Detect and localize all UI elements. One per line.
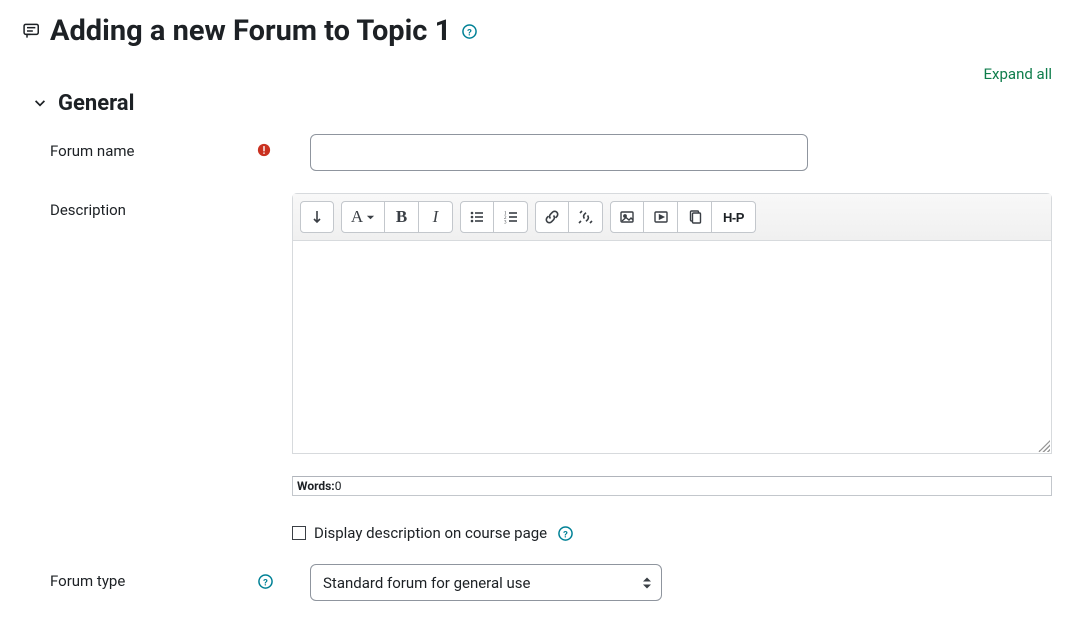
description-label: Description — [50, 193, 234, 219]
numbered-list-button[interactable]: 123 — [494, 201, 528, 233]
resize-handle[interactable] — [1038, 440, 1050, 452]
h5p-button[interactable]: H-P — [712, 201, 756, 233]
word-count-bar: Words:0 — [292, 476, 1052, 496]
forum-name-label: Forum name — [50, 134, 250, 160]
link-button[interactable] — [535, 201, 569, 233]
paragraph-style-button[interactable]: A — [341, 201, 385, 233]
forum-type-select[interactable]: Standard forum for general use — [310, 564, 662, 601]
editor-toolbar: A B I 123 — [293, 194, 1051, 241]
toolbar-expand-button[interactable] — [300, 201, 334, 233]
page-title-text: Adding a new Forum to Topic 1 — [50, 14, 451, 48]
svg-text:?: ? — [467, 27, 472, 38]
display-description-checkbox[interactable] — [292, 526, 306, 540]
section-title-general: General — [58, 91, 134, 116]
forum-name-input[interactable] — [310, 134, 808, 171]
forum-type-value: Standard forum for general use — [323, 574, 530, 592]
svg-text:?: ? — [563, 529, 568, 540]
help-icon[interactable]: ? — [461, 23, 477, 39]
forum-type-label: Forum type — [50, 564, 250, 590]
svg-text:3: 3 — [504, 221, 507, 226]
bold-button[interactable]: B — [385, 201, 419, 233]
section-toggle-general[interactable]: General — [32, 91, 1052, 116]
required-icon — [257, 143, 271, 157]
expand-all-link[interactable]: Expand all — [984, 65, 1052, 83]
media-button[interactable] — [644, 201, 678, 233]
manage-files-button[interactable] — [678, 201, 712, 233]
bullet-list-button[interactable] — [460, 201, 494, 233]
page-title: Adding a new Forum to Topic 1 ? — [22, 14, 477, 48]
forum-icon — [22, 21, 42, 41]
image-button[interactable] — [610, 201, 644, 233]
display-description-label: Display description on course page — [314, 524, 547, 542]
chevron-down-icon — [32, 96, 48, 112]
svg-text:?: ? — [263, 577, 268, 588]
unlink-button[interactable] — [569, 201, 603, 233]
help-icon[interactable]: ? — [257, 573, 273, 589]
help-icon[interactable]: ? — [557, 525, 573, 541]
words-count: 0 — [335, 479, 342, 493]
words-label: Words: — [297, 479, 335, 493]
description-textarea[interactable] — [293, 241, 1051, 443]
italic-button[interactable]: I — [419, 201, 453, 233]
rich-text-editor: A B I 123 — [292, 193, 1052, 454]
